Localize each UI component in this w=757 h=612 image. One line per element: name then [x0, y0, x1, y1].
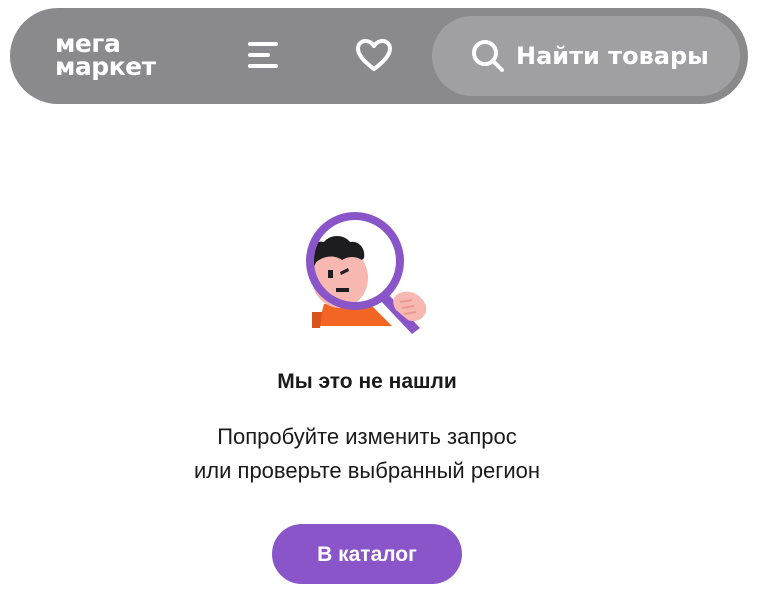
- megamarket-logo[interactable]: мега маркет: [55, 31, 156, 81]
- search-label: Найти товары: [516, 42, 709, 70]
- page: мега маркет Найти товары Мы это не нашли…: [0, 0, 757, 612]
- search-button[interactable]: Найти товары: [432, 16, 740, 96]
- menu-icon: [248, 42, 278, 68]
- favorites-button[interactable]: [353, 35, 395, 77]
- header-bar: мега маркет Найти товары: [10, 8, 748, 104]
- person-with-magnifier-illustration: [300, 208, 435, 338]
- menu-button[interactable]: [242, 36, 284, 76]
- subtitle-line-2: или проверьте выбранный регион: [194, 458, 540, 483]
- empty-state-subtitle: Попробуйте изменить запрос или проверьте…: [0, 420, 734, 488]
- catalog-button[interactable]: В каталог: [272, 524, 462, 584]
- search-icon: [472, 40, 504, 72]
- logo-line-2: маркет: [55, 52, 156, 81]
- heart-icon: [356, 39, 392, 71]
- empty-state-title: Мы это не нашли: [277, 370, 457, 393]
- subtitle-line-1: Попробуйте изменить запрос: [217, 424, 517, 449]
